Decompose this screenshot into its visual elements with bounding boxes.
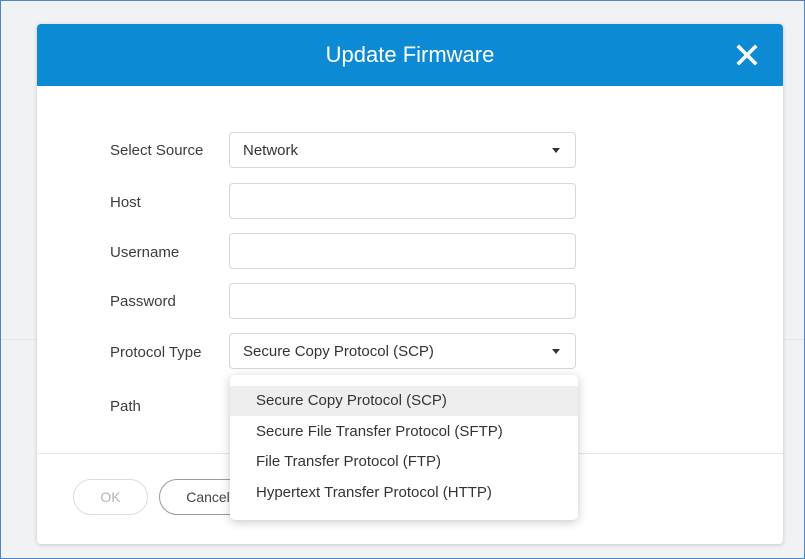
path-label: Path	[110, 398, 141, 415]
select-source-dropdown[interactable]: Network	[229, 132, 576, 168]
host-label: Host	[110, 194, 141, 211]
select-source-value: Network	[243, 142, 299, 159]
host-input[interactable]	[229, 183, 576, 219]
option-ftp[interactable]: File Transfer Protocol (FTP)	[230, 447, 578, 477]
window-frame: Update Firmware Select Source Network Ho…	[0, 0, 805, 559]
close-button[interactable]	[733, 41, 761, 69]
password-label: Password	[110, 293, 176, 310]
password-input[interactable]	[229, 283, 576, 319]
protocol-type-options-list: Secure Copy Protocol (SCP) Secure File T…	[230, 375, 578, 520]
ok-button[interactable]: OK	[73, 479, 148, 515]
select-source-label: Select Source	[110, 142, 204, 159]
username-input[interactable]	[229, 233, 576, 269]
chevron-down-icon	[552, 349, 560, 354]
option-http[interactable]: Hypertext Transfer Protocol (HTTP)	[230, 478, 578, 508]
dialog-header: Update Firmware	[37, 24, 783, 86]
username-label: Username	[110, 244, 180, 261]
dialog-title: Update Firmware	[325, 42, 495, 67]
protocol-type-dropdown[interactable]: Secure Copy Protocol (SCP)	[229, 333, 576, 369]
protocol-type-label: Protocol Type	[110, 344, 202, 361]
protocol-type-value: Secure Copy Protocol (SCP)	[243, 343, 434, 360]
close-icon	[736, 44, 758, 66]
option-sftp[interactable]: Secure File Transfer Protocol (SFTP)	[230, 417, 578, 447]
chevron-down-icon	[552, 148, 560, 153]
option-scp[interactable]: Secure Copy Protocol (SCP)	[230, 386, 578, 416]
